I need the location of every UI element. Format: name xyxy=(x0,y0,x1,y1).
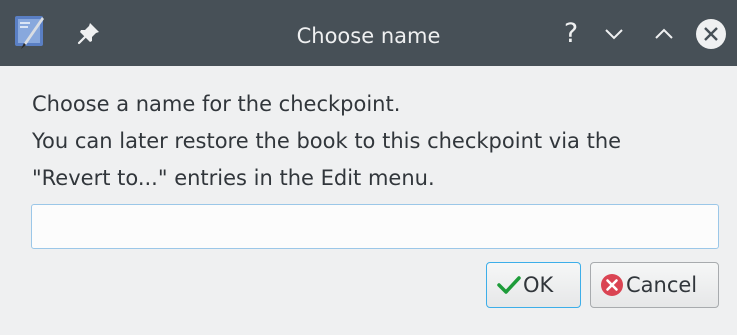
dialog-window: Choose name ? Choose a name for the chec… xyxy=(0,0,737,335)
title-bar[interactable]: Choose name ? xyxy=(0,0,737,66)
minimize-button[interactable] xyxy=(598,18,630,50)
message-line-1: Choose a name for the checkpoint. xyxy=(32,92,401,116)
help-button[interactable]: ? xyxy=(555,18,587,50)
cancel-label: Cancel xyxy=(626,273,698,297)
ok-label: OK xyxy=(523,273,554,297)
ok-button[interactable]: OK xyxy=(486,262,581,308)
pin-icon[interactable] xyxy=(76,20,102,46)
close-button[interactable] xyxy=(694,17,728,51)
maximize-button[interactable] xyxy=(648,18,680,50)
checkmark-icon xyxy=(497,275,521,295)
chevron-up-icon xyxy=(655,28,673,39)
checkpoint-name-input[interactable] xyxy=(31,204,719,249)
cancel-icon xyxy=(600,273,624,297)
close-icon xyxy=(696,19,726,49)
message-line-3: "Revert to..." entries in the Edit menu. xyxy=(32,166,435,190)
app-icon[interactable] xyxy=(12,13,50,51)
cancel-button[interactable]: Cancel xyxy=(590,262,719,308)
message-line-2: You can later restore the book to this c… xyxy=(32,129,622,153)
message-text: Choose a name for the checkpoint. You ca… xyxy=(32,86,722,197)
chevron-down-icon xyxy=(605,29,623,40)
